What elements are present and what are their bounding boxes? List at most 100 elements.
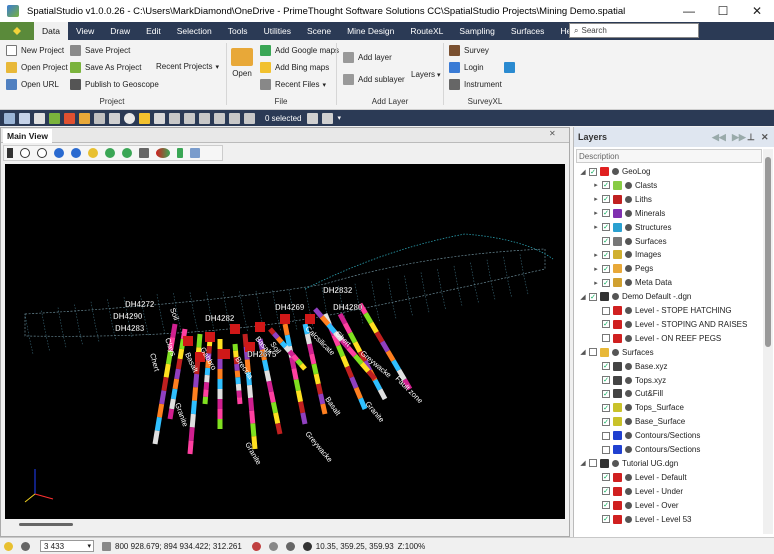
new-project-button[interactable]: New Project	[6, 45, 64, 56]
eye-icon[interactable]	[625, 487, 632, 495]
sun-icon[interactable]	[88, 148, 98, 158]
scrollbar-thumb[interactable]	[765, 157, 771, 347]
chart-button[interactable]	[504, 62, 519, 73]
menu-draw[interactable]: Draw	[102, 22, 138, 40]
eye-icon[interactable]	[625, 195, 632, 203]
layer-visibility-checkbox[interactable]	[602, 431, 610, 440]
layer-row[interactable]: Contours/Sections	[592, 429, 700, 442]
layer-row[interactable]: ✓ Level - Level 53	[592, 513, 691, 526]
menu-mine-design[interactable]: Mine Design	[339, 22, 402, 40]
eye-icon[interactable]	[625, 320, 632, 328]
eye-icon[interactable]	[625, 251, 632, 259]
expander-icon[interactable]: ▸	[592, 195, 600, 203]
eye-icon[interactable]	[625, 181, 632, 189]
menu-sampling[interactable]: Sampling	[451, 22, 502, 40]
layer-visibility-checkbox[interactable]: ✓	[602, 362, 610, 371]
menu-scene[interactable]: Scene	[299, 22, 339, 40]
open-project-button[interactable]: Open Project	[6, 62, 68, 73]
add-sublayer-button[interactable]: Add sublayer	[343, 74, 405, 85]
layers-dropdown[interactable]: Layers ▾	[411, 70, 441, 79]
layer-row[interactable]: ✓ Tops.xyz	[592, 374, 666, 387]
layer-visibility-checkbox[interactable]: ✓	[602, 417, 610, 426]
clear-selection-icon[interactable]	[244, 112, 255, 124]
globe-rotate-icon[interactable]	[71, 148, 81, 158]
layer-visibility-checkbox[interactable]: ✓	[602, 487, 610, 496]
chart-tool-icon[interactable]	[64, 112, 75, 124]
pin-icon[interactable]: ⊥	[747, 132, 755, 143]
move-tool-icon[interactable]	[199, 112, 210, 124]
expand-all-icon[interactable]: ▶▶	[732, 132, 746, 143]
layer-visibility-checkbox[interactable]: ✓	[602, 181, 610, 190]
instrument-button[interactable]: Instrument	[449, 79, 502, 90]
eye-icon[interactable]	[302, 541, 312, 551]
lock-icon[interactable]	[268, 541, 278, 551]
eye-icon[interactable]	[625, 237, 632, 245]
maximize-button[interactable]: ☐	[706, 0, 740, 22]
lights-icon[interactable]	[285, 541, 295, 551]
snap-tool-icon[interactable]	[229, 112, 240, 124]
layer-row[interactable]: ▸ ✓ Clasts	[592, 179, 657, 192]
settings-icon[interactable]	[21, 541, 30, 551]
login-button[interactable]: Login	[449, 62, 484, 73]
tab-main-view[interactable]: Main View	[3, 129, 52, 143]
close-button[interactable]: ✕	[740, 0, 774, 22]
layer-visibility-checkbox[interactable]: ✓	[602, 223, 610, 232]
save-project-button[interactable]: Save Project	[70, 45, 130, 56]
layer-row[interactable]: ✓ Tops_Surface	[592, 401, 684, 414]
search-input[interactable]: ⌕ Search	[569, 23, 699, 38]
layer-visibility-checkbox[interactable]: ✓	[602, 501, 610, 510]
layer-row[interactable]: ▸ ✓ Structures	[592, 221, 671, 234]
color-mode-icon[interactable]	[156, 148, 170, 158]
survey-button[interactable]: Survey	[449, 45, 489, 56]
pin-tool-icon[interactable]	[139, 112, 150, 124]
close-panel-icon[interactable]: ✕	[761, 132, 769, 143]
close-tab-icon[interactable]: ✕	[549, 129, 556, 138]
dropdown-icon[interactable]	[190, 148, 200, 158]
chevron-down-icon[interactable]: ▾	[337, 114, 341, 122]
expander-icon[interactable]: ◢	[579, 168, 587, 176]
forward-icon[interactable]	[122, 148, 132, 158]
scrollbar-thumb[interactable]	[19, 523, 73, 526]
layer-visibility-checkbox[interactable]: ✓	[602, 278, 610, 287]
layer-row[interactable]: ◢ ✓ GeoLog	[579, 165, 650, 178]
eye-icon[interactable]	[612, 293, 619, 301]
rotate-tool-icon[interactable]	[214, 112, 225, 124]
layer-row[interactable]: ✓ Base.xyz	[592, 360, 667, 373]
eye-icon[interactable]	[625, 418, 632, 426]
eye-icon[interactable]	[625, 265, 632, 273]
expander-icon[interactable]: ▸	[592, 223, 600, 231]
terrain-tool-icon[interactable]	[49, 112, 60, 124]
eye-icon[interactable]	[625, 334, 632, 342]
eye-icon[interactable]	[625, 515, 632, 523]
vertex-tool-icon[interactable]	[184, 112, 195, 124]
eye-icon[interactable]	[625, 376, 632, 384]
lightbulb-icon[interactable]	[4, 541, 13, 551]
layer-visibility-checkbox[interactable]	[589, 459, 597, 468]
layer-visibility-checkbox[interactable]: ✓	[602, 376, 610, 384]
grid-view-icon[interactable]	[139, 148, 149, 158]
layer-visibility-checkbox[interactable]: ✓	[589, 167, 597, 176]
layer-row[interactable]: Contours/Sections	[592, 443, 700, 456]
layer-row[interactable]: ✓ Level - Under	[592, 485, 683, 498]
layer-row[interactable]: ✓ Cut&Fill	[592, 387, 663, 400]
eye-icon[interactable]	[625, 362, 632, 370]
save-as-project-button[interactable]: Save As Project	[70, 62, 141, 73]
polygon-tool-icon[interactable]	[94, 112, 105, 124]
table-tool-icon[interactable]	[322, 112, 334, 124]
node-tool-icon[interactable]	[169, 112, 180, 124]
layer-visibility-checkbox[interactable]	[602, 334, 610, 343]
eye-icon[interactable]	[612, 168, 619, 175]
layer-visibility-checkbox[interactable]: ✓	[602, 264, 610, 273]
layer-row[interactable]: ✓ Level - Over	[592, 499, 679, 512]
expander-icon[interactable]: ◢	[579, 348, 587, 356]
publish-geoscope-button[interactable]: Publish to Geoscope	[70, 79, 159, 90]
3d-viewport[interactable]: DH4272 DH4290 DH4283 DH4282 DH4269 DH4280 DH28…	[5, 164, 565, 519]
menu-view[interactable]: View	[68, 22, 102, 40]
layer-row[interactable]: Level - STOPE HATCHING	[592, 304, 732, 317]
layer-row[interactable]: ◢ Tutorial UG.dgn	[579, 457, 678, 470]
layer-row[interactable]: ▸ ✓ Meta Data	[592, 276, 672, 289]
collapse-all-icon[interactable]: ◀◀	[712, 132, 726, 143]
expander-icon[interactable]: ▸	[592, 209, 600, 217]
layer-visibility-checkbox[interactable]: ✓	[602, 209, 610, 218]
layer-row[interactable]: ▸ ✓ Liths	[592, 193, 652, 206]
